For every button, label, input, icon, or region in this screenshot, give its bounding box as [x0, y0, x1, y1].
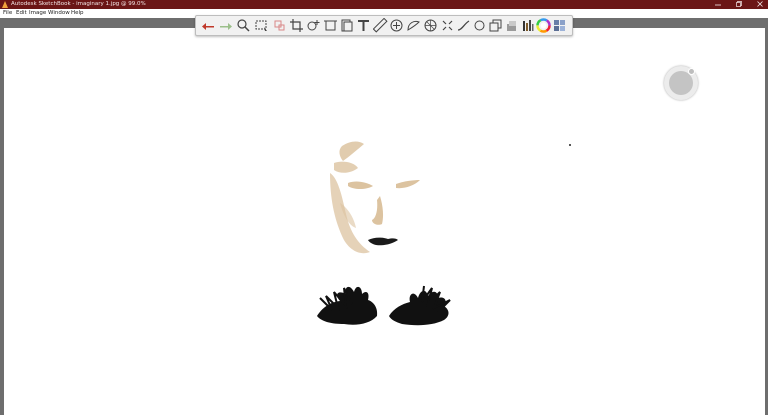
text-button[interactable] [356, 18, 371, 33]
brush-library-button[interactable] [520, 18, 535, 33]
restore-button[interactable] [731, 0, 747, 9]
perspective-icon [424, 19, 437, 32]
face-sketch [330, 141, 420, 254]
fill-button[interactable] [488, 18, 503, 33]
redo-icon [220, 23, 232, 30]
stroke-button[interactable] [456, 18, 471, 33]
main-toolbar [195, 15, 573, 36]
select-button[interactable] [254, 18, 269, 33]
perspective-button[interactable] [423, 18, 438, 33]
add-image-button[interactable] [339, 18, 354, 33]
color-wheel-button[interactable] [536, 18, 551, 33]
lips [368, 237, 398, 246]
drawing-canvas[interactable] [4, 28, 765, 415]
shape-button[interactable] [472, 18, 487, 33]
canvas-size-button[interactable] [323, 18, 338, 33]
ruler-icon [373, 18, 388, 33]
stroke-icon [457, 20, 470, 31]
copic-library-button[interactable] [552, 18, 567, 33]
menu-window[interactable]: Window [48, 9, 70, 18]
french-curve-icon [407, 20, 420, 31]
lashes-left [317, 286, 378, 325]
redo-button[interactable] [218, 18, 233, 33]
menu-file[interactable]: File [3, 9, 12, 18]
add-image-icon [341, 19, 353, 32]
crop-button[interactable] [289, 18, 304, 33]
restore-icon [736, 1, 742, 7]
menu-image[interactable]: Image [29, 9, 46, 18]
ellipse-guide-icon [390, 19, 403, 32]
text-insert-icon [307, 20, 320, 31]
transform-button[interactable] [272, 18, 287, 33]
undo-button[interactable] [201, 18, 216, 33]
symmetry-icon [442, 20, 453, 31]
close-icon [757, 1, 763, 7]
menu-help[interactable]: Help [71, 9, 84, 18]
transform-icon [274, 20, 285, 31]
copic-library-icon [554, 20, 565, 31]
minimize-button[interactable] [710, 0, 726, 9]
layers-button[interactable] [504, 18, 519, 33]
ellipse-guide-button[interactable] [389, 18, 404, 33]
close-button[interactable] [752, 0, 768, 9]
brush-library-icon [523, 20, 534, 31]
minimize-icon [715, 4, 721, 6]
lashes-right [389, 285, 451, 326]
zoom-icon [237, 19, 250, 32]
stray-dot [569, 144, 571, 146]
puck-indicator [688, 68, 695, 75]
text-insert-button[interactable] [306, 18, 321, 33]
zoom-button[interactable] [236, 18, 251, 33]
layers-icon [507, 21, 516, 31]
shape-icon [474, 20, 485, 31]
french-curve-button[interactable] [406, 18, 421, 33]
fill-icon [489, 19, 502, 32]
lagoon-puck[interactable] [664, 66, 698, 100]
sketchbook-app-icon [2, 1, 8, 8]
color-wheel-icon [536, 18, 551, 33]
text-icon [358, 20, 369, 31]
ruler-button[interactable] [373, 18, 388, 33]
title-bar: Autodesk SketchBook - imaginary 1.jpg @ … [0, 0, 768, 9]
canvas-size-icon [324, 20, 337, 31]
window-title: Autodesk SketchBook - imaginary 1.jpg @ … [11, 1, 146, 7]
select-icon [255, 20, 267, 31]
crop-icon [290, 19, 303, 32]
undo-icon [202, 23, 214, 30]
artwork [317, 141, 571, 326]
menu-edit[interactable]: Edit [16, 9, 27, 18]
symmetry-button[interactable] [440, 18, 455, 33]
